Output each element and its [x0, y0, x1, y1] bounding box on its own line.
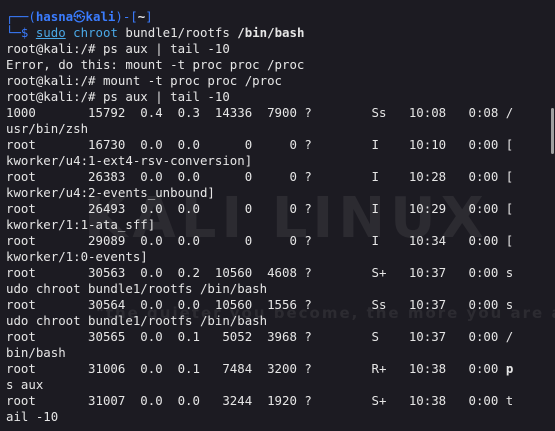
prompt-user: hasna — [35, 9, 74, 24]
command-bold-arg: /bin/bash — [237, 25, 305, 40]
kali-skull-icon: ㉿ — [73, 9, 86, 24]
prompt-frame-close: ] — [145, 9, 153, 24]
output-text: root 31007 0.0 0.0 3244 1920 ? S+ 10:38 … — [6, 393, 514, 408]
output-line: root 29089 0.0 0.0 0 0 ? I 10:34 0:00 [ — [6, 233, 555, 249]
prompt-frame-mid: )-[ — [115, 9, 138, 24]
output-line: root@kali:/# ps aux | tail -10 — [6, 89, 555, 105]
output-line: udo chroot bundle1/rootfs /bin/bash — [6, 313, 555, 329]
output-line: usr/bin/zsh — [6, 121, 555, 137]
command-chroot: chroot — [73, 25, 118, 40]
output-text: root@kali:/# mount -t proc proc /proc — [6, 73, 283, 88]
command-args: bundle1/rootfs — [117, 25, 238, 40]
output-line: root@kali:/# ps aux | tail -10 — [6, 41, 555, 57]
output-text: s aux — [6, 377, 44, 392]
output-text: bin/bash — [6, 345, 66, 360]
prompt-host: kali — [85, 9, 116, 24]
output-text: root@kali:/# ps aux | tail -10 — [6, 89, 230, 104]
output-line: 1000 15792 0.4 0.3 14336 7900 ? Ss 10:08… — [6, 105, 555, 121]
output-text: root 31006 0.0 0.1 7484 3200 ? R+ 10:38 … — [6, 361, 506, 376]
output-line: root 26383 0.0 0.0 0 0 ? I 10:28 0:00 [ — [6, 169, 555, 185]
output-line: kworker/u4:2-events_unbound] — [6, 185, 555, 201]
output-text: root 26383 0.0 0.0 0 0 ? I 10:28 0:00 [ — [6, 169, 514, 184]
output-text: root 30564 0.0 0.0 10560 1556 ? Ss 10:37… — [6, 297, 514, 312]
output-text: udo chroot bundle1/rootfs /bin/bash — [6, 313, 268, 328]
output-text: root 16730 0.0 0.0 0 0 ? I 10:10 0:00 [ — [6, 137, 514, 152]
output-text: Error, do this: mount -t proc proc /proc — [6, 57, 305, 72]
output-line: kworker/1:0-events] — [6, 249, 555, 265]
output-line: root 16730 0.0 0.0 0 0 ? I 10:10 0:00 [ — [6, 137, 555, 153]
output-text: kworker/u4:2-events_unbound] — [6, 185, 215, 200]
output-line: Error, do this: mount -t proc proc /proc — [6, 57, 555, 73]
output-text: root 30563 0.0 0.2 10560 4608 ? S+ 10:37… — [6, 265, 514, 280]
command-sudo: sudo — [35, 25, 66, 40]
output-text: root 26493 0.0 0.0 0 0 ? I 10:29 0:00 [ — [6, 201, 514, 216]
output-text: root@kali:/# ps aux | tail -10 — [6, 41, 230, 56]
output-text: usr/bin/zsh — [6, 121, 89, 136]
output-text: root 29089 0.0 0.0 0 0 ? I 10:34 0:00 [ — [6, 233, 514, 248]
scrollbar[interactable] — [551, 108, 554, 154]
output-line: root 26493 0.0 0.0 0 0 ? I 10:29 0:00 [ — [6, 201, 555, 217]
output-line: root 31006 0.0 0.1 7484 3200 ? R+ 10:38 … — [6, 361, 555, 377]
output-line: ail -10 — [6, 409, 555, 425]
prompt-line-1: ┌──(hasna㉿kali)-[~] — [6, 9, 555, 25]
output-bold-char: p — [505, 361, 514, 376]
output-line: root 31007 0.0 0.0 3244 1920 ? S+ 10:38 … — [6, 393, 555, 409]
output-line: s aux — [6, 377, 555, 393]
output-text: udo chroot bundle1/rootfs /bin/bash — [6, 281, 268, 296]
output-text: ail -10 — [6, 409, 59, 424]
output-line: root 30564 0.0 0.0 10560 1556 ? Ss 10:37… — [6, 297, 555, 313]
output-text: kworker/u4:1-ext4-rsv-conversion] — [6, 153, 253, 168]
output-line: kworker/1:1-ata_sff] — [6, 217, 555, 233]
prompt-frame-open: ┌──( — [6, 9, 36, 24]
terminal-output: root@kali:/# ps aux | tail -10 Error, do … — [6, 41, 555, 425]
prompt-arrow: └─$ — [6, 25, 36, 40]
output-line: udo chroot bundle1/rootfs /bin/bash — [6, 281, 555, 297]
output-line: root 30565 0.0 0.1 5052 3968 ? S 10:37 0… — [6, 329, 555, 345]
output-line: kworker/u4:1-ext4-rsv-conversion] — [6, 153, 555, 169]
output-line: bin/bash — [6, 345, 555, 361]
output-line: root 30563 0.0 0.2 10560 4608 ? S+ 10:37… — [6, 265, 555, 281]
output-text: 1000 15792 0.4 0.3 14336 7900 ? Ss 10:08… — [6, 105, 514, 120]
output-text: kworker/1:1-ata_sff] — [6, 217, 156, 232]
prompt-line-2[interactable]: └─$ sudo chroot bundle1/rootfs /bin/bash — [6, 25, 555, 41]
terminal-window[interactable]: KALI LINUX "the quieter you become, the … — [0, 0, 555, 431]
output-line: root@kali:/# mount -t proc proc /proc — [6, 73, 555, 89]
output-text: kworker/1:0-events] — [6, 249, 148, 264]
output-text: root 30565 0.0 0.1 5052 3968 ? S 10:37 0… — [6, 329, 514, 344]
